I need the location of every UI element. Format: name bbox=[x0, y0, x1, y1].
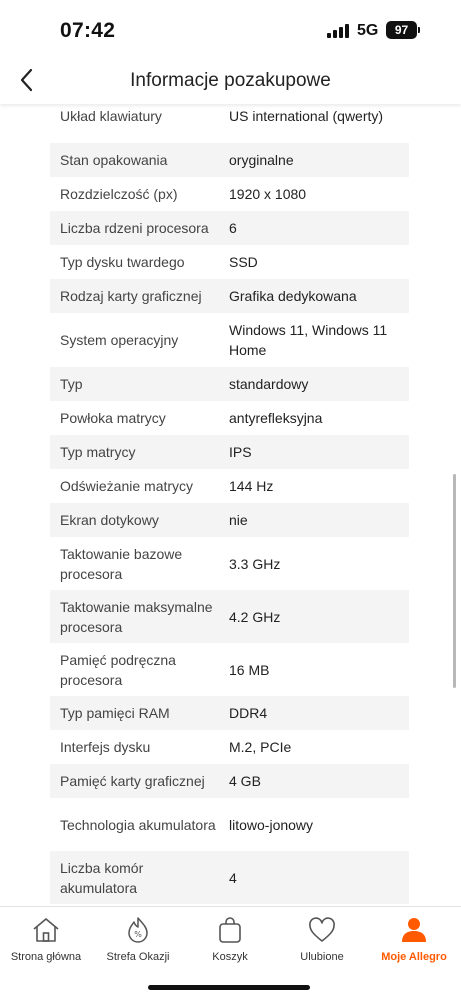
home-icon bbox=[33, 918, 59, 942]
spec-row: Interfejs dysku M.2, PCIe bbox=[50, 730, 409, 764]
spec-row: Typ pamięci RAM DDR4 bbox=[50, 696, 409, 730]
nav-item-favorites[interactable]: Ulubione bbox=[276, 915, 368, 963]
deals-percent-icon: % bbox=[128, 917, 148, 943]
spec-label: Typ dysku twardego bbox=[60, 254, 185, 270]
spec-row: Pamięć podręczna procesora 16 MB bbox=[50, 643, 409, 696]
heart-icon bbox=[309, 917, 335, 942]
spec-label: Odświeżanie matrycy bbox=[60, 478, 194, 494]
spec-label: System operacyjny bbox=[60, 332, 179, 348]
spec-value: litowo-jonowy bbox=[229, 816, 314, 833]
nav-label-home: Strona główna bbox=[10, 951, 82, 963]
nav-label-deals: Strefa Okazji bbox=[106, 951, 170, 963]
spec-value: IPS bbox=[229, 444, 252, 460]
spec-row: Liczba rdzeni procesora 6 bbox=[50, 211, 409, 245]
spec-value: 6 bbox=[229, 220, 237, 236]
spec-label: Ekran dotykowy bbox=[60, 512, 159, 528]
spec-label: Taktowanie maksymalne procesora bbox=[60, 598, 213, 635]
page-title: Informacje pozakupowe bbox=[130, 70, 331, 91]
spec-label: Liczba komór akumulatora bbox=[60, 859, 144, 896]
spec-label: Powłoka matrycy bbox=[60, 410, 166, 426]
spec-value: US international (qwerty) bbox=[229, 107, 384, 124]
spec-row: Taktowanie bazowe procesora 3.3 GHz bbox=[50, 537, 409, 590]
spec-value: 4 GB bbox=[229, 773, 261, 789]
network-type: 5G bbox=[357, 22, 379, 39]
spec-row: Typ matrycy IPS bbox=[50, 435, 409, 469]
spec-value: SSD bbox=[229, 254, 258, 270]
spec-row: Liczba komór akumulatora 4 bbox=[50, 851, 409, 904]
spec-label: Technologia akumulatora bbox=[60, 816, 216, 833]
spec-row: Technologia akumulatora litowo-jonowy bbox=[50, 798, 409, 851]
spec-row: Rodzaj karty graficznej Grafika dedykowa… bbox=[50, 279, 409, 313]
battery-icon: 97 bbox=[386, 21, 417, 39]
status-bar: 07:42 5G 97 bbox=[0, 0, 461, 56]
nav-label-my-allegro: Moje Allegro bbox=[381, 951, 447, 963]
cellular-signal-icon bbox=[327, 24, 351, 38]
user-icon bbox=[402, 918, 426, 942]
svg-text:%: % bbox=[134, 930, 142, 939]
spec-row: Rozdzielczość (px) 1920 x 1080 bbox=[50, 177, 409, 211]
spec-row: Typ dysku twardego SSD bbox=[50, 245, 409, 279]
bottom-nav: Strona główna % Strefa Okazji Koszyk Ulu… bbox=[0, 906, 461, 999]
spec-row: Stan opakowania oryginalne bbox=[50, 143, 409, 177]
spec-row: Pamięć karty graficznej 4 GB bbox=[50, 764, 409, 798]
spec-row: Typ standardowy bbox=[50, 367, 409, 401]
spec-label: Typ pamięci RAM bbox=[60, 705, 170, 721]
spec-row: Odświeżanie matrycy 144 Hz bbox=[50, 469, 409, 503]
spec-value: M.2, PCIe bbox=[229, 739, 292, 755]
spec-label: Rodzaj karty graficznej bbox=[60, 288, 202, 304]
spec-value: antyrefleksyjna bbox=[229, 410, 323, 426]
spec-label: Układ klawiatury bbox=[60, 107, 162, 124]
spec-value: Windows 11, Windows 11 Home bbox=[229, 322, 388, 358]
spec-value: nie bbox=[229, 512, 248, 528]
spec-label: Stan opakowania bbox=[60, 152, 168, 168]
spec-label: Pamięć podręczna procesora bbox=[60, 651, 176, 688]
spec-row: Powłoka matrycy antyrefleksyjna bbox=[50, 401, 409, 435]
spec-label: Interfejs dysku bbox=[60, 739, 151, 755]
spec-value: 144 Hz bbox=[229, 478, 274, 494]
spec-label: Rozdzielczość (px) bbox=[60, 186, 178, 202]
spec-value: 16 MB bbox=[229, 661, 270, 678]
spec-value: Grafika dedykowana bbox=[229, 288, 357, 304]
spec-value: standardowy bbox=[229, 376, 309, 392]
scrollbar[interactable] bbox=[453, 474, 456, 688]
shopping-bag-icon bbox=[219, 917, 241, 943]
spec-value: oryginalne bbox=[229, 152, 294, 168]
nav-item-home[interactable]: Strona główna bbox=[0, 915, 92, 963]
nav-label-cart: Koszyk bbox=[212, 951, 248, 963]
spec-label: Typ bbox=[60, 376, 83, 392]
home-indicator bbox=[148, 985, 310, 990]
nav-item-my-allegro[interactable]: Moje Allegro bbox=[368, 915, 460, 963]
nav-item-cart[interactable]: Koszyk bbox=[184, 915, 276, 963]
spec-label: Taktowanie bazowe procesora bbox=[60, 545, 183, 582]
spec-value: 1920 x 1080 bbox=[229, 186, 307, 202]
page-header: Informacje pozakupowe bbox=[0, 56, 461, 104]
spec-label: Liczba rdzeni procesora bbox=[60, 220, 209, 236]
spec-row: System operacyjny Windows 11, Windows 11… bbox=[50, 313, 409, 367]
nav-item-deals[interactable]: % Strefa Okazji bbox=[92, 915, 184, 963]
spec-value: 4.2 GHz bbox=[229, 608, 281, 625]
spec-table: Układ klawiatury US international (qwert… bbox=[50, 88, 409, 905]
spec-label: Pamięć karty graficznej bbox=[60, 773, 205, 789]
spec-value: 4 bbox=[229, 869, 237, 886]
battery-tip bbox=[418, 27, 420, 33]
spec-row: Taktowanie maksymalne procesora 4.2 GHz bbox=[50, 590, 409, 643]
spec-value: 3.3 GHz bbox=[229, 555, 281, 572]
spec-value: DDR4 bbox=[229, 705, 268, 721]
spec-row: Ekran dotykowy nie bbox=[50, 503, 409, 537]
status-time: 07:42 bbox=[60, 19, 116, 42]
nav-label-favorites: Ulubione bbox=[300, 951, 344, 963]
spec-label: Typ matrycy bbox=[60, 444, 136, 460]
